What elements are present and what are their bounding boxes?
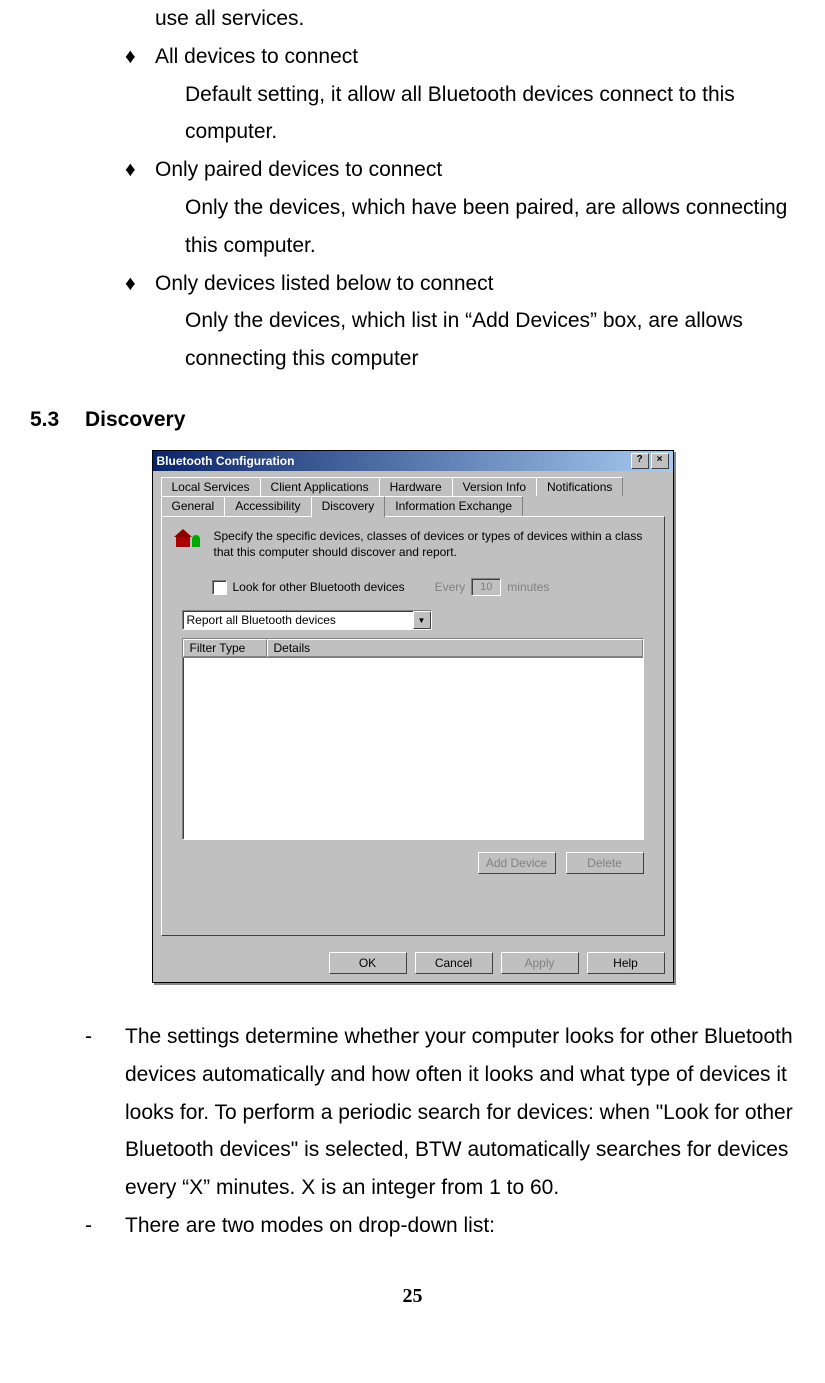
report-mode-dropdown[interactable]: Report all Bluetooth devices ▼: [182, 610, 432, 630]
section-heading: 5.3Discovery: [30, 408, 795, 432]
section-title: Discovery: [85, 408, 185, 431]
chevron-down-icon: ▼: [413, 611, 431, 629]
bullet-title: Only paired devices to connect: [155, 158, 442, 181]
apply-button[interactable]: Apply: [501, 952, 579, 974]
dash-item: The settings determine whether your comp…: [85, 1018, 795, 1207]
bullet-desc: Default setting, it allow all Bluetooth …: [185, 76, 795, 152]
minutes-label: minutes: [507, 580, 549, 594]
tab-hardware[interactable]: Hardware: [379, 477, 453, 496]
tab-information-exchange[interactable]: Information Exchange: [384, 496, 523, 516]
neighborhood-icon: [174, 529, 204, 555]
delete-button[interactable]: Delete: [566, 852, 644, 874]
tab-accessibility[interactable]: Accessibility: [224, 496, 311, 516]
bullet-item: All devices to connect Default setting, …: [125, 38, 795, 151]
tab-client-applications[interactable]: Client Applications: [260, 477, 380, 496]
minutes-input[interactable]: 10: [471, 578, 501, 596]
help-button[interactable]: ?: [631, 453, 649, 469]
window-title: Bluetooth Configuration: [157, 454, 295, 468]
ok-button[interactable]: OK: [329, 952, 407, 974]
panel-description: Specify the specific devices, classes of…: [214, 529, 652, 560]
tab-notifications[interactable]: Notifications: [536, 477, 623, 496]
every-label: Every: [435, 580, 466, 594]
tab-local-services[interactable]: Local Services: [161, 477, 261, 496]
bullet-item: Only devices listed below to connect Onl…: [125, 265, 795, 378]
bullet-item: Only paired devices to connect Only the …: [125, 151, 795, 264]
continuation-text: use all services.: [155, 0, 795, 38]
section-number: 5.3: [30, 408, 85, 432]
bullet-title: All devices to connect: [155, 45, 358, 68]
dialog-window: Bluetooth Configuration ? × Local Servic…: [152, 450, 674, 983]
checkbox-label: Look for other Bluetooth devices: [233, 580, 405, 594]
help-button-bottom[interactable]: Help: [587, 952, 665, 974]
look-for-devices-checkbox[interactable]: [212, 580, 227, 595]
bullet-desc: Only the devices, which list in “Add Dev…: [185, 302, 795, 378]
bullet-desc: Only the devices, which have been paired…: [185, 189, 795, 265]
close-button[interactable]: ×: [651, 453, 669, 469]
dialog-screenshot: Bluetooth Configuration ? × Local Servic…: [30, 450, 795, 983]
add-device-button[interactable]: Add Device: [478, 852, 556, 874]
cancel-button[interactable]: Cancel: [415, 952, 493, 974]
titlebar: Bluetooth Configuration ? ×: [153, 451, 673, 471]
tab-panel: Specify the specific devices, classes of…: [161, 516, 665, 936]
tab-version-info[interactable]: Version Info: [452, 477, 537, 496]
bullet-list: All devices to connect Default setting, …: [30, 38, 795, 378]
dropdown-value: Report all Bluetooth devices: [187, 613, 336, 627]
list-header: Filter Type Details: [183, 639, 643, 658]
column-filter-type[interactable]: Filter Type: [183, 639, 267, 657]
page-number: 25: [30, 1285, 795, 1328]
dash-list: The settings determine whether your comp…: [30, 1018, 795, 1245]
tab-general[interactable]: General: [161, 496, 226, 516]
dash-item: There are two modes on drop-down list:: [85, 1207, 795, 1245]
device-filter-listbox[interactable]: Filter Type Details: [182, 638, 644, 840]
column-details[interactable]: Details: [267, 639, 643, 657]
tab-discovery[interactable]: Discovery: [311, 496, 386, 518]
bullet-title: Only devices listed below to connect: [155, 272, 494, 295]
